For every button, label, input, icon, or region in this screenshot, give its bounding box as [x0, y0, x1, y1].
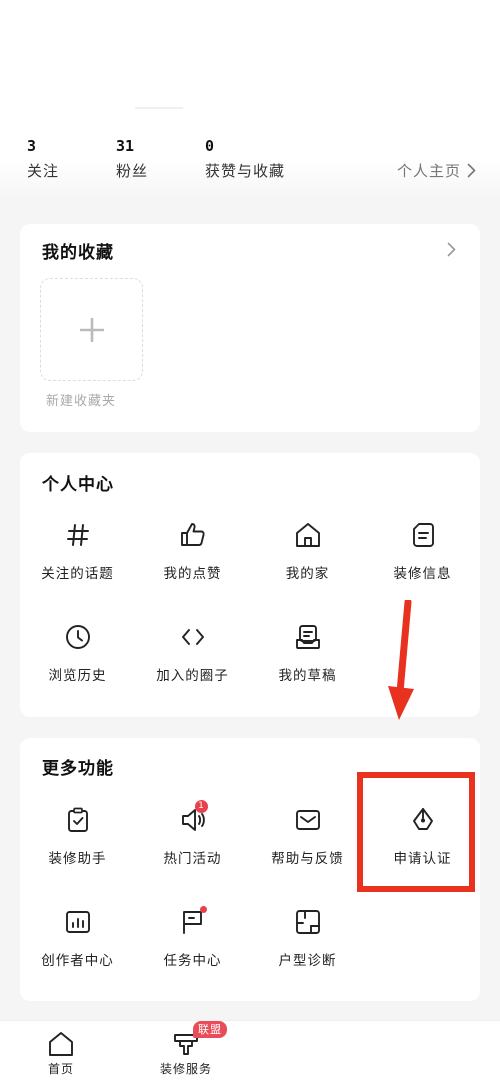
grid-item-label: 我的点赞	[163, 566, 222, 582]
stat-followers-label: 粉丝	[116, 162, 149, 180]
personal-center-title: 个人中心	[42, 475, 114, 495]
bar-chart-icon	[62, 906, 94, 938]
clipboard-check-icon	[62, 804, 94, 836]
grid-item-label: 关注的话题	[41, 566, 114, 582]
grid-item-label: 加入的圈子	[156, 668, 229, 684]
draft-icon	[292, 621, 324, 653]
home-icon	[292, 519, 324, 551]
hash-icon	[62, 519, 94, 551]
grid-item-label: 任务中心	[163, 953, 222, 969]
grid-item-label: 帮助与反馈	[271, 851, 344, 867]
grid-item-creator-center[interactable]: 创作者中心	[20, 906, 135, 969]
grid-item-my-likes[interactable]: 我的点赞	[135, 519, 250, 582]
stat-followers-count: 31	[116, 137, 135, 155]
profile-stats: 3 关注 31 粉丝 0 获赞与收藏 个人主页	[0, 136, 500, 186]
plus-icon	[79, 317, 104, 342]
annotation-highlight-box	[357, 772, 475, 892]
profile-page-label: 个人主页	[396, 162, 461, 180]
megaphone-icon: 1	[177, 800, 209, 836]
nav-home[interactable]: 首页	[47, 1031, 75, 1077]
grid-item-floor-plan-diagnosis[interactable]: 户型诊断	[250, 906, 365, 969]
stat-following-count: 3	[27, 137, 37, 155]
document-icon	[407, 519, 439, 551]
grid-item-task-center[interactable]: 任务中心	[135, 906, 250, 969]
clock-icon	[62, 621, 94, 653]
more-features-title: 更多功能	[42, 759, 114, 779]
grid-item-followed-topics[interactable]: 关注的话题	[20, 519, 135, 582]
grid-item-label: 创作者中心	[41, 953, 114, 969]
grid-item-label: 户型诊断	[278, 953, 337, 969]
home-icon	[49, 1032, 73, 1056]
stat-following[interactable]: 3 关注	[27, 136, 59, 181]
grid-item-label: 装修信息	[393, 566, 452, 582]
chevron-right-icon[interactable]	[447, 242, 456, 257]
annotation-arrow	[388, 600, 414, 720]
new-folder-label: 新建收藏夹	[46, 394, 117, 409]
stat-likes-count: 0	[205, 137, 215, 155]
grid-item-label: 我的家	[285, 566, 330, 582]
new-folder-button[interactable]	[40, 278, 143, 381]
bottom-navigation: 首页 装修服务 联盟	[0, 1020, 500, 1084]
floor-plan-icon	[292, 906, 324, 938]
header-divider	[135, 107, 183, 109]
favorites-card: 我的收藏 新建收藏夹	[20, 224, 480, 432]
chevron-right-icon	[467, 163, 476, 178]
service-badge: 联盟	[193, 1021, 227, 1038]
grid-item-label: 装修助手	[48, 851, 107, 867]
thumbs-up-icon	[177, 519, 209, 551]
stat-following-label: 关注	[27, 162, 60, 180]
stat-likes-label: 获赞与收藏	[205, 162, 286, 180]
grid-item-label: 我的草稿	[278, 668, 337, 684]
grid-item-renovation-info[interactable]: 装修信息	[365, 519, 480, 582]
favorites-title: 我的收藏	[42, 243, 114, 263]
stat-likes[interactable]: 0 获赞与收藏	[205, 136, 285, 181]
grid-item-label: 浏览历史	[48, 668, 107, 684]
code-brackets-icon	[177, 621, 209, 653]
grid-item-browse-history[interactable]: 浏览历史	[20, 621, 135, 684]
grid-item-my-home[interactable]: 我的家	[250, 519, 365, 582]
grid-item-help-feedback[interactable]: 帮助与反馈	[250, 804, 365, 867]
nav-service-label: 装修服务	[160, 1062, 213, 1076]
grid-item-hot-events[interactable]: 1 热门活动	[135, 800, 250, 867]
notification-dot	[199, 906, 207, 913]
flag-icon	[177, 906, 209, 938]
grid-item-label: 热门活动	[163, 851, 222, 867]
grid-item-joined-circles[interactable]: 加入的圈子	[135, 621, 250, 684]
nav-home-label: 首页	[47, 1062, 74, 1076]
grid-item-renovation-assistant[interactable]: 装修助手	[20, 804, 135, 867]
grid-item-my-drafts[interactable]: 我的草稿	[250, 621, 365, 684]
stat-followers[interactable]: 31 粉丝	[116, 136, 148, 181]
profile-page-link[interactable]: 个人主页	[397, 160, 476, 181]
mail-icon	[292, 804, 324, 836]
notification-badge: 1	[194, 800, 208, 813]
